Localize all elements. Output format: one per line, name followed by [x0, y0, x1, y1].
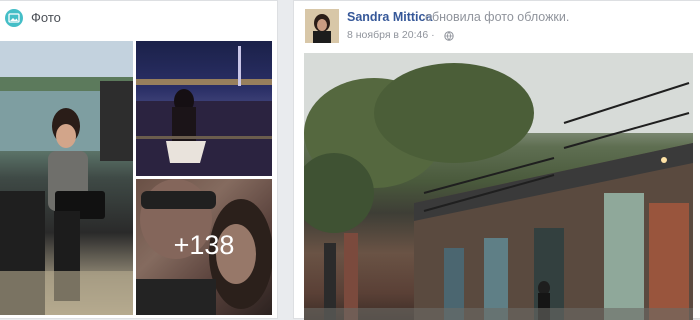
- cover-photo[interactable]: [304, 53, 693, 320]
- photo-thumbnail-more[interactable]: +138: [136, 179, 272, 315]
- photos-icon: [5, 9, 23, 27]
- post-timestamp[interactable]: 8 ноября в 20:46 ·: [347, 29, 435, 41]
- post-action-text: обновила фото обложки.: [425, 10, 570, 24]
- photo-thumbnail[interactable]: [0, 41, 133, 315]
- photos-header: Фото: [0, 1, 277, 35]
- photos-card: Фото +138: [0, 0, 278, 319]
- more-photos-count[interactable]: +138: [136, 230, 272, 261]
- photos-title[interactable]: Фото: [31, 10, 61, 25]
- avatar[interactable]: [305, 9, 339, 43]
- globe-icon[interactable]: [444, 28, 454, 41]
- post-card: Sandra Mittica обновила фото обложки. 8 …: [293, 0, 700, 320]
- author-name-link[interactable]: Sandra Mittica: [347, 10, 432, 24]
- photo-thumbnail[interactable]: [136, 41, 272, 176]
